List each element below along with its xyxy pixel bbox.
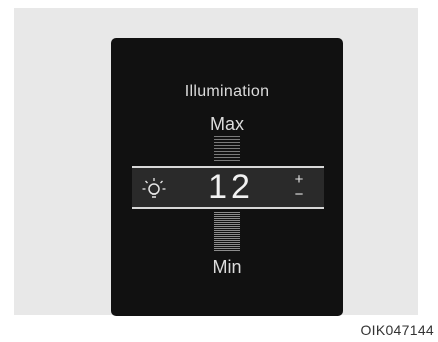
adjust-controls: + −	[290, 172, 308, 202]
max-label: Max	[209, 114, 244, 134]
light-bulb-icon	[141, 176, 167, 202]
upper-scale-ticks	[214, 136, 240, 163]
plus-icon[interactable]: +	[290, 172, 308, 187]
illumination-level-selector[interactable]: 12 + −	[132, 166, 324, 209]
illumination-title: Illumination	[184, 83, 270, 100]
figure: Illumination Max 12 + − Min OIK047144	[0, 0, 438, 342]
illumination-level-value: 12	[208, 168, 254, 206]
min-label: Min	[212, 257, 242, 277]
lower-scale-ticks	[214, 212, 240, 252]
cluster-display: Illumination Max 12 + − Min	[111, 38, 343, 316]
minus-icon[interactable]: −	[290, 187, 308, 202]
figure-caption: OIK047144	[360, 322, 434, 338]
